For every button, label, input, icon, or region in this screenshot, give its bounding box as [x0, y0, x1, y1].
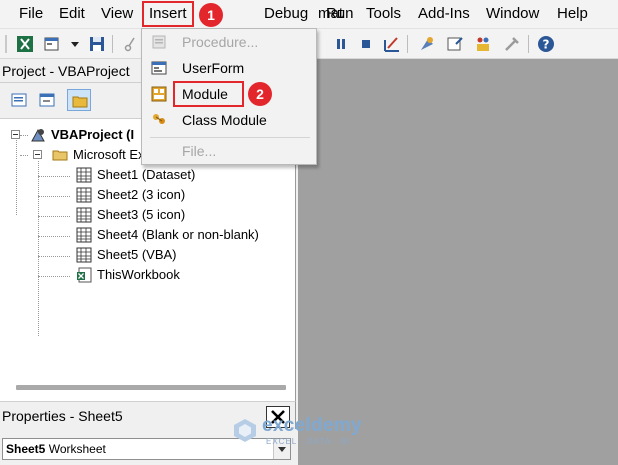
- tree-label: Sheet5 (VBA): [97, 247, 177, 262]
- tree-connector: [20, 155, 28, 156]
- toolbar-separator: [528, 35, 529, 53]
- worksheet-icon: [76, 207, 92, 223]
- module-icon: [151, 86, 167, 102]
- collapse-toggle[interactable]: [11, 130, 20, 139]
- menu-debug[interactable]: Debug: [264, 5, 308, 23]
- step-2-badge: 2: [248, 82, 272, 106]
- menu-help[interactable]: Help: [557, 5, 588, 23]
- save-icon[interactable]: [88, 35, 106, 53]
- object-browser-icon[interactable]: [474, 35, 492, 53]
- tree-connector: [38, 176, 70, 177]
- toggle-folders-icon[interactable]: [67, 89, 91, 111]
- tree-connector: [38, 161, 39, 336]
- menu-item-file[interactable]: File...: [142, 138, 318, 164]
- menu-view[interactable]: View: [101, 5, 133, 23]
- object-type: Worksheet: [48, 442, 106, 456]
- reset-icon[interactable]: [357, 35, 375, 53]
- tree-label: Sheet4 (Blank or non-blank): [97, 227, 259, 242]
- menu-item-procedure[interactable]: Procedure...: [142, 29, 318, 55]
- menu-tools[interactable]: Tools: [366, 5, 401, 23]
- menu-item-label: Class Module: [182, 112, 267, 128]
- class-module-icon: [153, 114, 165, 124]
- menu-add-ins[interactable]: Add-Ins: [418, 5, 470, 23]
- properties-window-icon[interactable]: [446, 35, 464, 53]
- help-icon[interactable]: ?: [537, 35, 555, 53]
- project-explorer-icon[interactable]: [418, 35, 436, 53]
- worksheet-icon: [76, 187, 92, 203]
- cut-icon[interactable]: [122, 35, 140, 53]
- code-window-area: [298, 59, 618, 465]
- tree-connector: [38, 256, 70, 257]
- exceldemy-logo-icon: [234, 419, 256, 442]
- vbaproject-icon: [31, 128, 45, 142]
- menu-window[interactable]: Window: [486, 5, 539, 23]
- workbook-icon: [77, 267, 92, 283]
- toolbar-grip: [5, 35, 7, 53]
- worksheet-icon: [76, 227, 92, 243]
- tree-label: VBAProject (I: [51, 127, 135, 142]
- tree-connector: [38, 216, 70, 217]
- menu-item-userform[interactable]: UserForm: [142, 55, 318, 81]
- step-1-badge: 1: [199, 3, 223, 27]
- horizontal-scrollbar[interactable]: [16, 385, 286, 390]
- module-highlight-box: [173, 81, 244, 107]
- watermark-name: exceldemy: [262, 415, 362, 436]
- view-object-icon[interactable]: [35, 89, 59, 111]
- collapse-toggle[interactable]: [33, 150, 42, 159]
- insert-userform-icon[interactable]: [43, 35, 61, 53]
- dropdown-arrow-icon[interactable]: [66, 35, 79, 53]
- menu-item-label: UserForm: [182, 60, 245, 76]
- toolbar-separator: [407, 35, 408, 53]
- menu-item-class-module[interactable]: Class Module: [142, 107, 318, 133]
- tree-connector: [16, 140, 17, 215]
- menu-bar: File Edit View Insert mat Debug Run Tool…: [0, 0, 618, 28]
- break-icon[interactable]: [332, 35, 350, 53]
- tree-label: Sheet3 (5 icon): [97, 207, 186, 222]
- watermark: exceldemy EXCEL · DATA · BI: [232, 413, 382, 447]
- tree-label: Microsoft Ex: [73, 147, 145, 162]
- procedure-icon: [152, 35, 166, 49]
- tree-connector: [38, 276, 70, 277]
- tree-label: ThisWorkbook: [97, 267, 180, 282]
- tree-label: Sheet2 (3 icon): [97, 187, 186, 202]
- svg-text:?: ?: [543, 38, 550, 52]
- worksheet-icon: [76, 247, 92, 263]
- userform-icon: [151, 61, 167, 75]
- excel-view-icon[interactable]: [16, 35, 34, 53]
- view-code-icon[interactable]: [7, 89, 31, 111]
- menu-file[interactable]: File: [19, 5, 43, 23]
- tree-connector: [20, 135, 28, 136]
- worksheet-icon: [76, 167, 92, 183]
- menu-edit[interactable]: Edit: [59, 5, 85, 23]
- tree-connector: [38, 236, 70, 237]
- design-mode-icon[interactable]: [383, 35, 401, 53]
- tree-connector: [38, 196, 70, 197]
- menu-run[interactable]: Run: [326, 5, 354, 23]
- menu-item-label: File...: [182, 143, 217, 159]
- menu-item-label: Procedure...: [182, 34, 259, 50]
- toolbar-separator: [112, 35, 113, 53]
- insert-highlight-box: [142, 1, 194, 27]
- watermark-tagline: EXCEL · DATA · BI: [266, 437, 351, 446]
- toolbox-icon[interactable]: [503, 35, 521, 53]
- folder-icon: [52, 150, 68, 161]
- object-name: Sheet5: [6, 442, 46, 456]
- tree-label: Sheet1 (Dataset): [97, 167, 196, 182]
